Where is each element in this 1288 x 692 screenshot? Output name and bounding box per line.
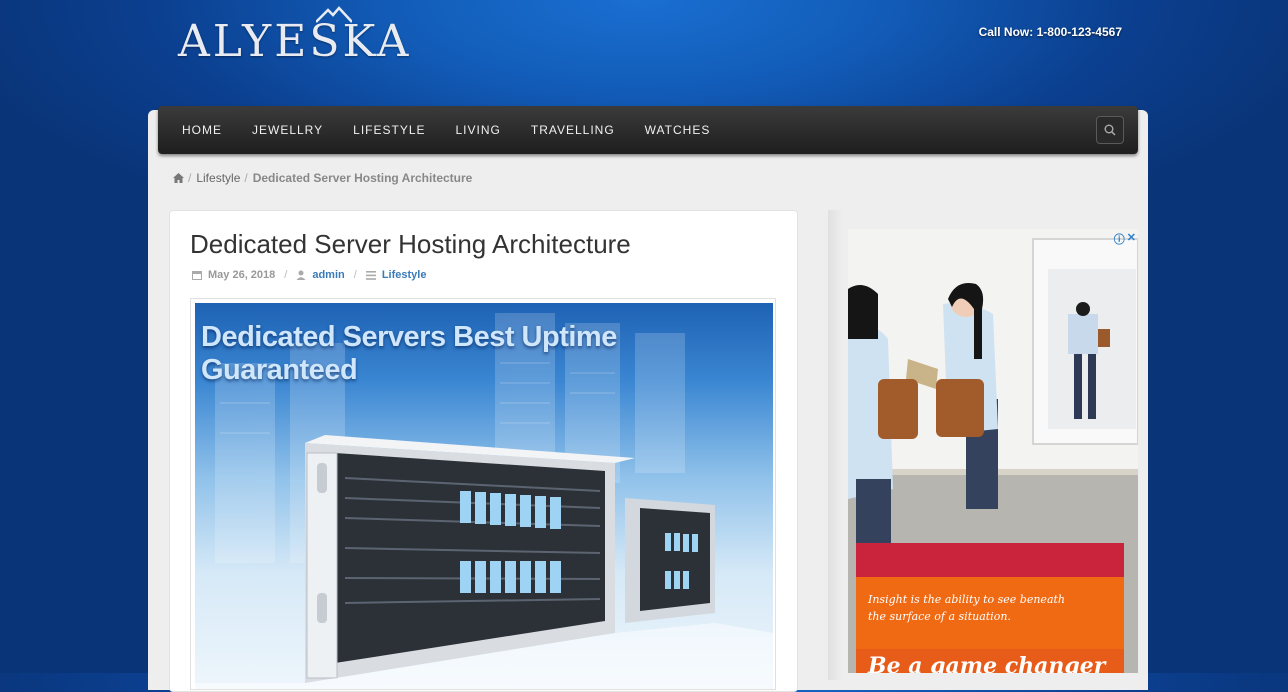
image-headline: Dedicated Servers Best Uptime Guaranteed bbox=[201, 321, 617, 386]
meta-separator: / bbox=[284, 269, 288, 281]
ad-choices-badge[interactable]: ⓘ ✕ bbox=[1114, 231, 1136, 247]
ad-cta-text[interactable]: Be a game changer bbox=[868, 653, 1105, 673]
breadcrumb: / Lifestyle / Dedicated Server Hosting A… bbox=[173, 171, 472, 185]
site-logo[interactable]: ALYESKA bbox=[178, 6, 408, 78]
nav-item-lifestyle[interactable]: LIFESTYLE bbox=[338, 106, 440, 154]
user-icon bbox=[296, 270, 306, 280]
meta-separator: / bbox=[353, 269, 357, 281]
close-icon[interactable]: ✕ bbox=[1127, 231, 1136, 247]
post-author-link[interactable]: admin bbox=[312, 269, 344, 281]
ad-insight-line-2: the surface of a situation. bbox=[868, 610, 1011, 623]
ad-insight-line-1: Insight is the ability to see beneath bbox=[868, 593, 1066, 606]
nav-item-living[interactable]: LIVING bbox=[441, 106, 516, 154]
sidebar-divider bbox=[828, 210, 843, 680]
post-meta: May 26, 2018 / admin / Lifestyle bbox=[192, 269, 426, 281]
ad-insight-text: Insight is the ability to see beneath th… bbox=[868, 591, 1108, 625]
post-article: Dedicated Server Hosting Architecture Ma… bbox=[169, 210, 798, 692]
nav-item-home[interactable]: HOME bbox=[167, 106, 237, 154]
breadcrumb-current: Dedicated Server Hosting Architecture bbox=[252, 171, 473, 185]
breadcrumb-category[interactable]: Lifestyle bbox=[196, 171, 240, 185]
home-icon[interactable] bbox=[173, 173, 184, 183]
post-featured-image[interactable]: Dedicated Servers Best Uptime Guaranteed bbox=[195, 303, 773, 689]
calendar-icon bbox=[192, 270, 202, 280]
nav-item-travelling[interactable]: TRAVELLING bbox=[516, 106, 630, 154]
breadcrumb-separator: / bbox=[244, 171, 248, 185]
post-title: Dedicated Server Hosting Architecture bbox=[190, 229, 631, 259]
search-button[interactable] bbox=[1096, 116, 1124, 144]
breadcrumb-separator: / bbox=[188, 171, 192, 185]
logo-text: ALYESKA bbox=[178, 16, 412, 67]
post-category-link[interactable]: Lifestyle bbox=[382, 269, 427, 281]
ad-banner-red bbox=[856, 543, 1124, 579]
list-icon bbox=[365, 270, 376, 280]
search-icon bbox=[1104, 124, 1116, 136]
main-nav: HOME JEWELLRY LIFESTYLE LIVING TRAVELLIN… bbox=[158, 106, 1138, 154]
post-date: May 26, 2018 bbox=[208, 269, 276, 281]
nav-item-jewellry[interactable]: JEWELLRY bbox=[237, 106, 338, 154]
sidebar-ad[interactable]: ⓘ ✕ Insight is the ability to see beneat… bbox=[848, 229, 1138, 673]
phone-number: Call Now: 1-800-123-4567 bbox=[978, 25, 1122, 39]
nav-item-watches[interactable]: WATCHES bbox=[630, 106, 726, 154]
post-featured-image-frame: Dedicated Servers Best Uptime Guaranteed bbox=[190, 298, 776, 690]
info-icon[interactable]: ⓘ bbox=[1114, 231, 1125, 247]
